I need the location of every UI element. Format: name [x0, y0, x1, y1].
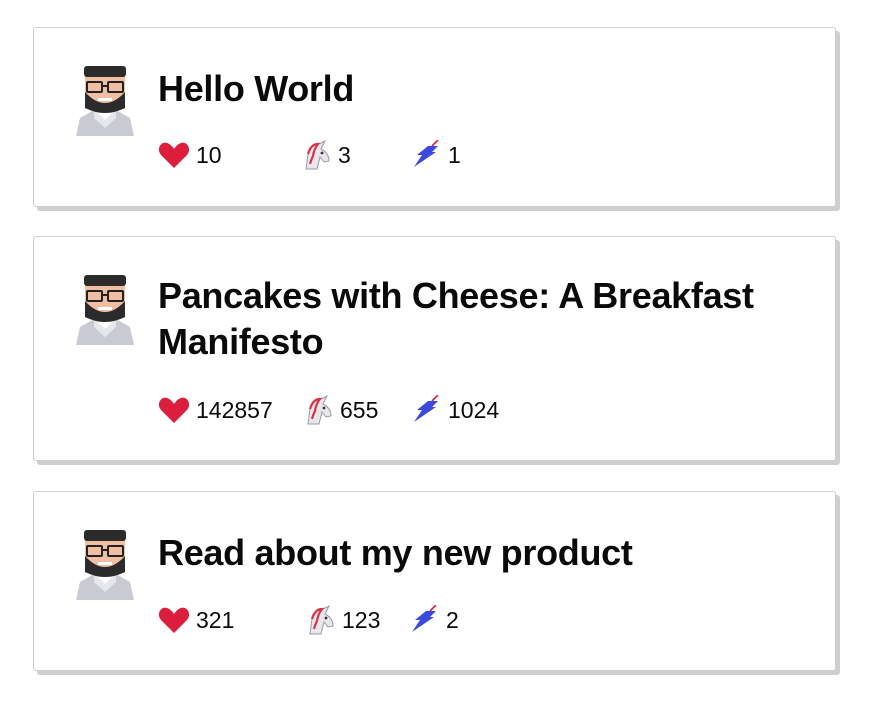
- unicorn-icon: [309, 605, 334, 635]
- post-title[interactable]: Pancakes with Cheese: A Breakfast Manife…: [158, 273, 795, 365]
- unicorn-icon: [305, 140, 330, 170]
- post-title[interactable]: Read about my new product: [158, 530, 795, 576]
- heart-count[interactable]: 321: [158, 605, 234, 635]
- post-card[interactable]: Read about my new product 321 123 2: [33, 491, 836, 671]
- bookmark-count-value: 1024: [448, 396, 500, 423]
- unicorn-icon: [307, 395, 332, 425]
- bookmark-icon: [414, 140, 439, 167]
- post-title[interactable]: Hello World: [158, 66, 795, 112]
- heart-count-value: 321: [196, 606, 235, 633]
- author-avatar-icon: [74, 271, 136, 345]
- post-stats: 10 3 1: [158, 140, 558, 170]
- author-avatar-icon: [74, 526, 136, 600]
- heart-count-value: 142857: [196, 396, 273, 423]
- unicorn-count[interactable]: 123: [302, 605, 380, 635]
- unicorn-count-value: 655: [340, 396, 379, 423]
- bookmark-icon: [412, 605, 437, 632]
- bookmark-count-value: 1: [448, 141, 461, 168]
- unicorn-count[interactable]: 3: [298, 140, 351, 170]
- bookmark-icon: [414, 395, 439, 422]
- heart-icon: [158, 607, 190, 633]
- heart-icon: [158, 142, 190, 168]
- unicorn-count[interactable]: 655: [300, 395, 378, 425]
- heart-count[interactable]: 10: [158, 140, 222, 170]
- heart-count[interactable]: 142857: [158, 395, 273, 425]
- heart-count-value: 10: [196, 141, 222, 168]
- unicorn-count-value: 123: [342, 606, 381, 633]
- bookmark-count[interactable]: 1: [410, 140, 461, 170]
- post-card[interactable]: Hello World 10 3 1: [33, 27, 836, 207]
- post-card[interactable]: Pancakes with Cheese: A Breakfast Manife…: [33, 236, 836, 461]
- author-avatar-icon: [74, 62, 136, 136]
- bookmark-count-value: 2: [446, 606, 459, 633]
- heart-icon: [158, 397, 190, 423]
- unicorn-count-value: 3: [338, 141, 351, 168]
- bookmark-count[interactable]: 2: [408, 605, 459, 635]
- post-stats: 321 123 2: [158, 605, 558, 635]
- bookmark-count[interactable]: 1024: [410, 395, 499, 425]
- post-stats: 142857 655 1024: [158, 395, 578, 425]
